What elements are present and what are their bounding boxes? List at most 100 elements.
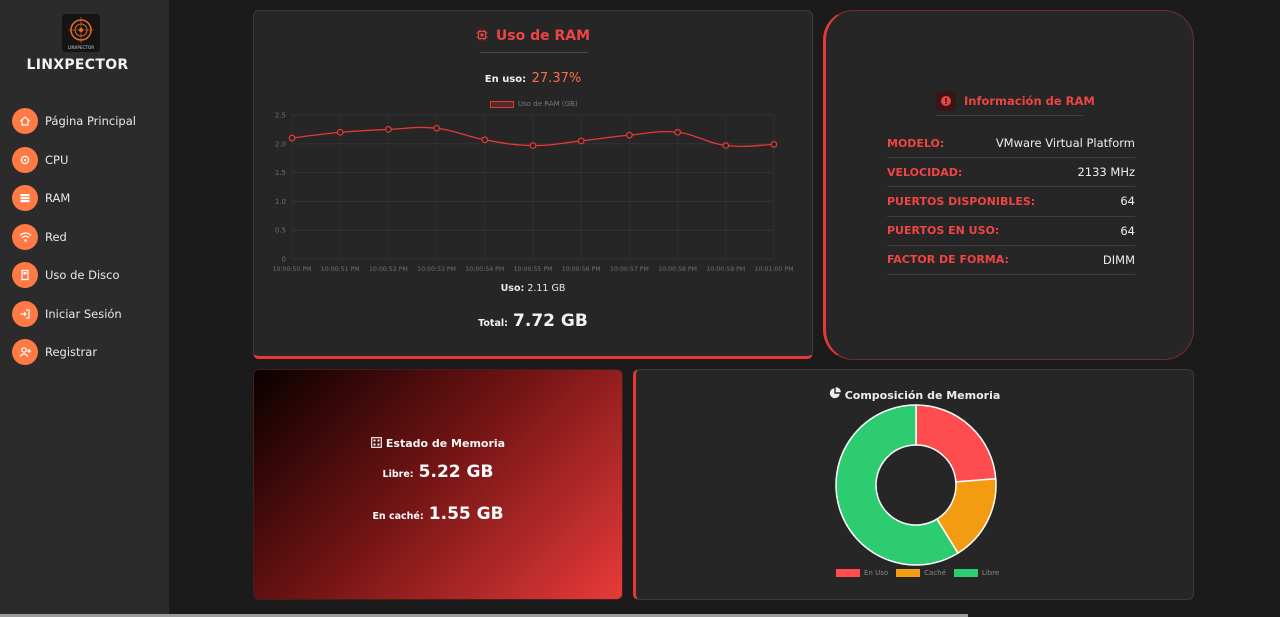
memory-state-title-row: Estado de Memoria [254, 437, 622, 451]
info-value: VMware Virtual Platform [995, 136, 1135, 151]
cached-value: 1.55 GB [428, 504, 504, 524]
legend-swatch [896, 569, 921, 577]
data-point[interactable] [529, 142, 537, 149]
ram-usage-title-row: Uso de RAM [254, 28, 812, 45]
sidebar-item-label: Red [45, 229, 67, 244]
x-tick-label: 10:00:51 PM [321, 266, 360, 273]
cached-memory: En caché: 1.55 GB [254, 504, 622, 524]
sidebar-item-home[interactable]: Página Principal [12, 108, 136, 134]
sidebar-item-label: Registrar [45, 345, 98, 359]
y-tick-label: 1.0 [275, 198, 286, 206]
in-use-label: En uso: [484, 74, 527, 85]
sidebar: LINXPECTOR LINXPECTOR Página Principal C… [0, 0, 169, 617]
data-point[interactable] [384, 125, 392, 133]
title-divider [480, 52, 588, 53]
info-row-form-factor: FACTOR DE FORMA: DIMM [887, 246, 1135, 275]
sidebar-item-cpu[interactable]: CPU [12, 146, 136, 173]
sidebar-item-label: Uso de Disco [45, 268, 120, 282]
disk-icon [12, 262, 38, 288]
x-tick-label: 10:00:58 PM [658, 266, 697, 273]
data-point[interactable] [336, 128, 344, 136]
total-readout: Total: 7.72 GB [254, 311, 812, 331]
y-tick-label: 2.0 [275, 140, 286, 148]
y-tick-label: 0.5 [275, 227, 286, 235]
pie-chart-icon [829, 387, 841, 402]
ram-info-table: MODELO: VMware Virtual Platform VELOCIDA… [887, 129, 1135, 275]
sidebar-item-label: RAM [45, 191, 71, 205]
home-icon [12, 108, 38, 134]
sidebar-item-red[interactable]: Red [12, 223, 136, 250]
data-point[interactable] [288, 134, 296, 142]
info-icon [936, 91, 956, 111]
y-tick-label: 0 [282, 256, 286, 264]
legend-item-cache[interactable]: Caché [896, 569, 946, 577]
info-key: PUERTOS DISPONIBLES: [887, 194, 1036, 208]
x-tick-label: 10:01:00 PM [755, 266, 794, 273]
x-tick-label: 10:00:59 PM [706, 266, 745, 273]
sidebar-item-ram[interactable]: RAM [12, 185, 136, 211]
logo[interactable]: LINXPECTOR [62, 14, 100, 52]
info-value: DIMM [1102, 252, 1135, 267]
data-point[interactable] [626, 131, 633, 139]
sidebar-item-label: Iniciar Sesión [45, 306, 122, 321]
memory-composition-card: Composición de Memoria En Uso Caché Libr… [633, 369, 1194, 600]
x-tick-label: 10:00:57 PM [610, 266, 649, 273]
sidebar-item-label: Página Principal [45, 114, 136, 128]
info-key: PUERTOS EN USO: [887, 224, 1000, 238]
brand-name: LINXPECTOR [26, 57, 129, 73]
cpu-icon [12, 146, 38, 173]
info-value: 64 [1120, 194, 1135, 209]
ram-info-header: Información de RAM [936, 91, 1095, 111]
data-point[interactable] [674, 128, 682, 136]
info-key: VELOCIDAD: [887, 165, 963, 179]
legend-item-in-use[interactable]: En Uso [836, 569, 888, 577]
ram-line-chart: 0 0.5 1.0 1.5 2.0 2.5 10:00:50 PM 10:00:51 PM 10… [273, 112, 794, 274]
title-divider [936, 115, 1084, 116]
x-tick-label: 10:00:52 PM [369, 266, 408, 273]
data-point[interactable] [770, 140, 778, 148]
data-point[interactable] [481, 136, 489, 144]
y-tick-label: 1.5 [275, 169, 286, 177]
wifi-icon [12, 223, 38, 250]
data-point[interactable] [577, 137, 585, 145]
legend-label: En Uso [864, 569, 889, 577]
y-tick-label: 2.5 [275, 112, 286, 120]
login-icon [12, 300, 38, 327]
ram-usage-card: Uso de RAM En uso: 27.37% Uso de RAM (GB… [253, 10, 813, 359]
data-point[interactable] [433, 124, 441, 132]
chart-legend[interactable]: Uso de RAM (GB) [490, 100, 578, 108]
legend-swatch [836, 569, 860, 577]
data-point[interactable] [722, 142, 730, 149]
sidebar-nav: Página Principal CPU RAM Red Uso de Disc… [12, 108, 136, 378]
legend-label: Libre [981, 569, 1000, 577]
ram-usage-title: Uso de RAM [495, 28, 591, 44]
total-value: 7.72 GB [513, 311, 588, 331]
composition-title-row: Composición de Memoria [636, 387, 1193, 402]
info-row-available-ports: PUERTOS DISPONIBLES: 64 [887, 187, 1135, 217]
legend-swatch [953, 569, 978, 577]
free-label: Libre: [382, 469, 414, 480]
info-row-model: MODELO: VMware Virtual Platform [887, 129, 1135, 159]
sidebar-item-login[interactable]: Iniciar Sesión [12, 300, 136, 327]
legend-label: Caché [924, 569, 946, 577]
info-row-ports-in-use: PUERTOS EN USO: 64 [887, 217, 1135, 246]
free-memory: Libre: 5.22 GB [254, 462, 622, 482]
memory-icon [371, 437, 382, 451]
memory-state-title: Estado de Memoria [385, 437, 506, 450]
info-value: 2133 MHz [1077, 165, 1135, 180]
logo-icon: LINXPECTOR [68, 17, 94, 50]
legend-item-free[interactable]: Libre [953, 569, 1000, 577]
sidebar-item-register[interactable]: Registrar [12, 339, 136, 365]
sidebar-item-disk[interactable]: Uso de Disco [12, 262, 136, 288]
x-tick-label: 10:00:53 PM [417, 266, 456, 273]
info-value: 64 [1120, 223, 1135, 238]
slice-in-use[interactable] [915, 404, 997, 483]
ram-info-card: Información de RAM MODELO: VMware Virtua… [823, 10, 1194, 360]
in-use-value: 27.37% [531, 71, 582, 86]
composition-legend: En Uso Caché Libre [836, 569, 1007, 577]
usage-readout: Uso: 2.11 GB [254, 283, 812, 294]
usage-value: 2.11 GB [527, 283, 566, 294]
x-tick-label: 10:00:54 PM [465, 266, 504, 273]
x-tick-label: 10:00:50 PM [273, 266, 312, 273]
x-tick-label: 10:00:56 PM [562, 266, 601, 273]
